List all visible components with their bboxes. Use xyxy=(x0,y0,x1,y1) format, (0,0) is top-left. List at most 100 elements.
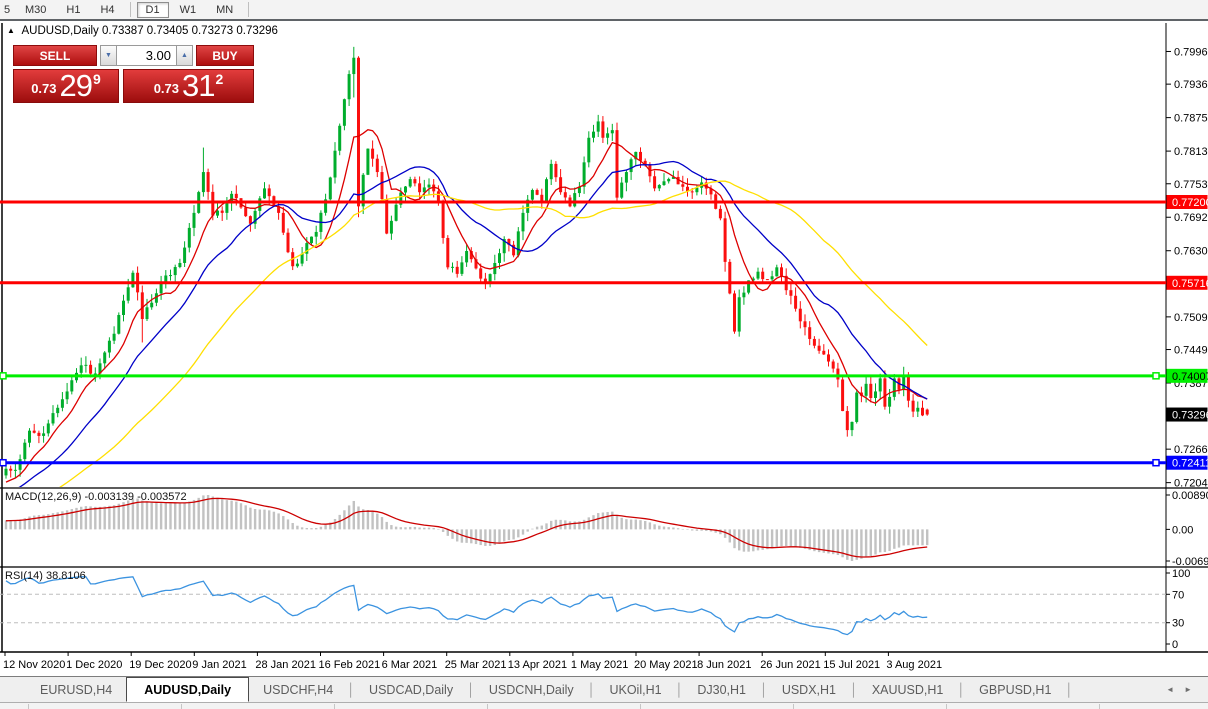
tab-scroll-arrows: ◄► xyxy=(1166,685,1202,694)
timeframe-button-mn[interactable]: MN xyxy=(207,2,242,18)
ohlc-close: 0.73296 xyxy=(236,25,278,37)
time-axis[interactable]: 12 Nov 2020 1 Dec 2020 19 Dec 2020 9 Jan 20… xyxy=(3,652,942,671)
tab-separator: │ xyxy=(675,683,684,697)
svg-text:0.78750: 0.78750 xyxy=(1174,113,1208,125)
svg-text:0.78135: 0.78135 xyxy=(1174,146,1208,158)
svg-text:0.72411: 0.72411 xyxy=(1172,458,1208,470)
tab-usdcnh-daily[interactable]: USDCNH,Daily xyxy=(475,677,588,702)
macd-axis[interactable]: 0.008903 0.00 -0.006977 xyxy=(1166,490,1208,568)
svg-text:28 Jan 2021: 28 Jan 2021 xyxy=(255,659,316,671)
volume-increase-button[interactable]: ▲ xyxy=(176,45,193,66)
toolbar-separator xyxy=(248,2,250,17)
splitter-divider xyxy=(487,704,488,709)
ohlc-low: 0.73273 xyxy=(191,25,234,37)
svg-text:0.75090: 0.75090 xyxy=(1174,312,1208,324)
tab-separator: │ xyxy=(587,683,596,697)
svg-text:8 Jun 2021: 8 Jun 2021 xyxy=(697,659,751,671)
svg-text:0.76305: 0.76305 xyxy=(1174,246,1208,258)
svg-text:0: 0 xyxy=(1172,639,1178,651)
buy-price-display[interactable]: 0.73 31 2 xyxy=(123,69,254,103)
hline-left-handle[interactable] xyxy=(0,372,7,380)
tab-separator: │ xyxy=(1065,683,1074,697)
splitter-divider xyxy=(793,704,794,709)
collapse-trade-panel-icon[interactable]: ▲ xyxy=(7,26,15,35)
price-axis[interactable]: 0.79965 0.79365 0.78750 0.78135 0.77535 0.769… xyxy=(1166,46,1208,490)
tab-gbpusd-h1[interactable]: GBPUSD,H1 xyxy=(965,677,1065,702)
svg-text:3 Aug 2021: 3 Aug 2021 xyxy=(886,659,942,671)
hline-right-handle[interactable] xyxy=(1152,458,1160,467)
svg-text:19 Dec 2020: 19 Dec 2020 xyxy=(129,659,191,671)
timeframe-button-w1[interactable]: W1 xyxy=(171,2,206,18)
tab-separator: │ xyxy=(850,683,858,697)
timeframe-button-5[interactable]: 5 xyxy=(1,2,14,18)
toolbar-separator xyxy=(129,2,131,17)
scroll-tabs-right-icon[interactable]: ► xyxy=(1184,685,1202,694)
price-chart[interactable]: 0.79965 0.79365 0.78750 0.78135 0.77535 0.769… xyxy=(0,23,1208,676)
svg-text:0.77200: 0.77200 xyxy=(1172,197,1208,209)
timeframe-button-m30[interactable]: M30 xyxy=(16,2,55,18)
ohlc-high: 0.73405 xyxy=(146,25,189,37)
scroll-tabs-left-icon[interactable]: ◄ xyxy=(1166,685,1184,694)
tab-usdchf-h4[interactable]: USDCHF,H4 xyxy=(249,677,347,702)
chart-tabs-bar: EURUSD,H4 AUDUSD,Daily USDCHF,H4 │ USDCAD,Da… xyxy=(0,676,1208,702)
svg-text:0.79365: 0.79365 xyxy=(1174,79,1208,91)
tab-audusd-daily[interactable]: AUDUSD,Daily xyxy=(126,677,250,702)
svg-text:0.73296: 0.73296 xyxy=(1172,410,1208,422)
chart-title: ▲ AUDUSD,Daily 0.73387 0.73405 0.73273 0… xyxy=(7,25,278,37)
sell-button[interactable]: SELL xyxy=(13,45,97,66)
tab-usdcad-daily[interactable]: USDCAD,Daily xyxy=(355,677,467,702)
macd-pane xyxy=(4,495,929,561)
hline-right-handle[interactable] xyxy=(1152,372,1160,380)
tab-separator: │ xyxy=(957,683,966,697)
timeframe-button-d1[interactable]: D1 xyxy=(136,1,169,18)
svg-text:0.00: 0.00 xyxy=(1172,524,1193,536)
timeframe-button-h4[interactable]: H4 xyxy=(91,2,123,18)
macd-signal-line xyxy=(5,497,928,558)
tab-eurusd-h4[interactable]: EURUSD,H4 xyxy=(26,677,126,702)
svg-text:0.75716: 0.75716 xyxy=(1172,278,1208,290)
volume-input[interactable]: 3.00 xyxy=(117,45,176,66)
svg-text:100: 100 xyxy=(1172,568,1190,580)
sell-price-big: 29 xyxy=(59,68,93,103)
rsi-name: RSI(14) xyxy=(5,570,43,582)
macd-value-main: -0.003139 xyxy=(84,491,135,503)
tab-separator: │ xyxy=(760,683,768,697)
macd-name: MACD(12,26,9) xyxy=(5,491,82,503)
tab-xauusd-h1[interactable]: XAUUSD,H1 xyxy=(858,677,958,702)
horizontal-lines[interactable] xyxy=(0,200,1166,467)
svg-text:9 Jan 2021: 9 Jan 2021 xyxy=(192,659,246,671)
rsi-line xyxy=(5,576,928,636)
volume-decrease-button[interactable]: ▼ xyxy=(100,45,117,66)
ma-line-mid xyxy=(18,160,928,487)
tab-separator: │ xyxy=(467,683,475,697)
svg-text:30: 30 xyxy=(1172,618,1184,630)
svg-text:25 Mar 2021: 25 Mar 2021 xyxy=(445,659,507,671)
buy-price-big: 31 xyxy=(182,68,215,103)
sell-price-prefix: 0.73 xyxy=(31,81,57,96)
chart-window[interactable]: 0.79965 0.79365 0.78750 0.78135 0.77535 0.769… xyxy=(0,23,1208,676)
svg-text:12 Nov 2020: 12 Nov 2020 xyxy=(3,659,65,671)
splitter-divider xyxy=(946,704,947,709)
splitter-divider xyxy=(28,704,29,709)
svg-text:0.79965: 0.79965 xyxy=(1174,46,1208,58)
splitter-divider xyxy=(334,704,335,709)
svg-text:0.74490: 0.74490 xyxy=(1174,345,1208,357)
svg-text:0.72660: 0.72660 xyxy=(1174,444,1208,456)
tab-separator: │ xyxy=(347,683,356,697)
macd-value-signal: -0.003572 xyxy=(137,491,187,503)
svg-text:1 May 2021: 1 May 2021 xyxy=(571,659,628,671)
tab-usdx-h1[interactable]: USDX,H1 xyxy=(768,677,850,702)
sell-price-display[interactable]: 0.73 29 9 xyxy=(13,69,119,103)
splitter-divider xyxy=(1099,704,1100,709)
svg-text:0.76920: 0.76920 xyxy=(1174,212,1208,224)
one-click-trade-panel: SELL ▼ 3.00 ▲ BUY 0.73 29 9 0.73 31 2 xyxy=(13,45,255,103)
rsi-axis[interactable]: 100 70 30 0 xyxy=(1166,568,1190,651)
timeframe-button-h1[interactable]: H1 xyxy=(57,2,89,18)
svg-text:6 Mar 2021: 6 Mar 2021 xyxy=(382,659,438,671)
buy-button[interactable]: BUY xyxy=(196,45,254,66)
tab-ukoil-h1[interactable]: UKOil,H1 xyxy=(595,677,675,702)
hline-left-handle[interactable] xyxy=(0,458,7,467)
svg-text:70: 70 xyxy=(1172,589,1184,601)
tab-dj30-h1[interactable]: DJ30,H1 xyxy=(683,677,760,702)
splitter-divider xyxy=(181,704,182,709)
